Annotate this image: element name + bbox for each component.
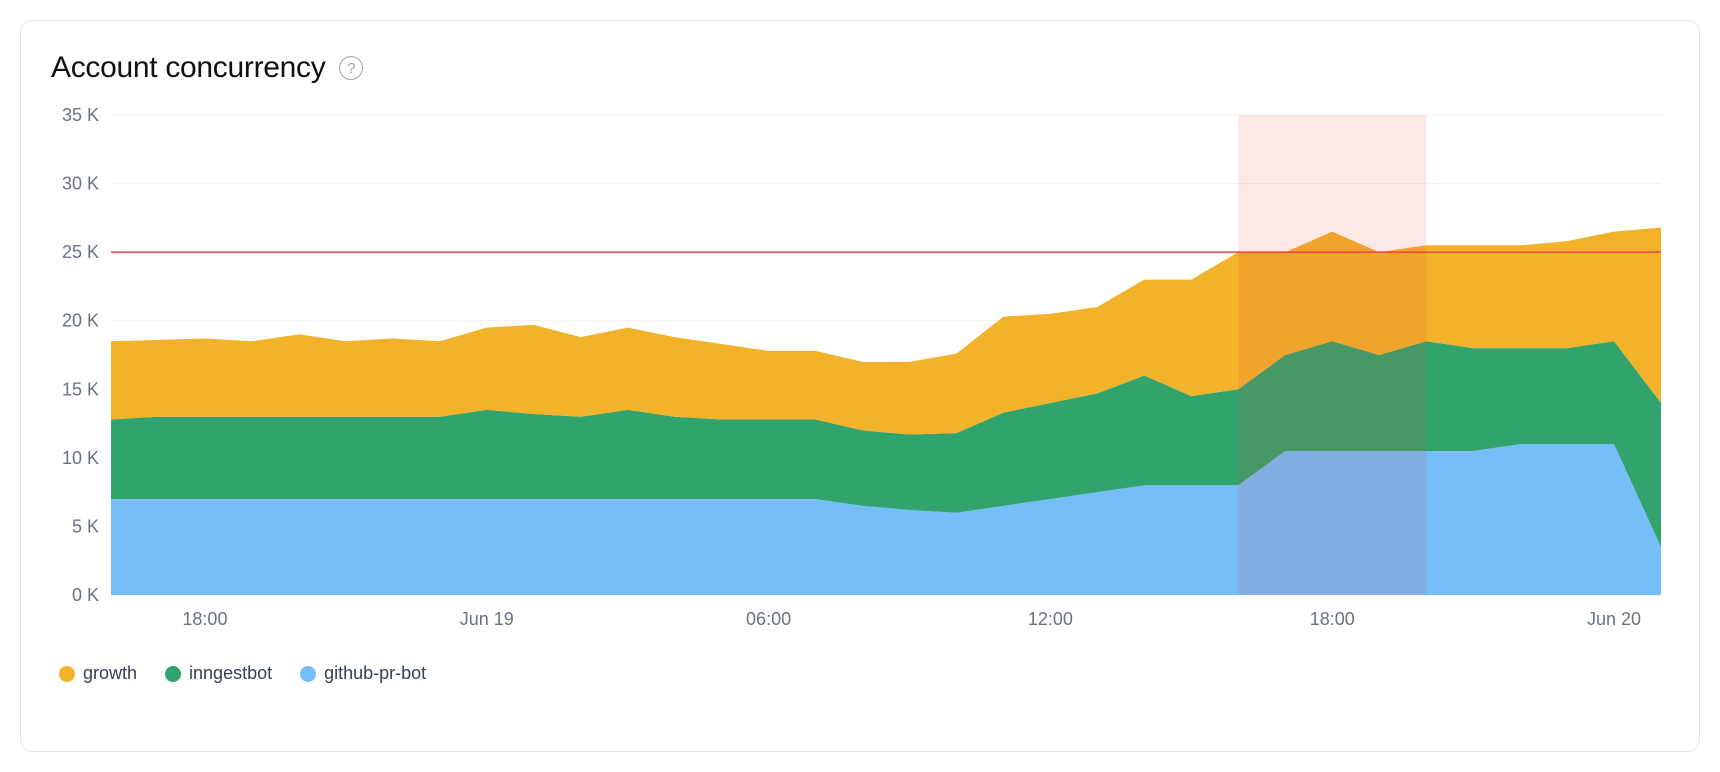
swatch-inngestbot [165, 666, 181, 682]
chart-card: Account concurrency ? 0 K 5 K 10 K 15 K 20 K… [20, 20, 1700, 752]
chart-title: Account concurrency [51, 51, 325, 85]
svg-text:35 K: 35 K [62, 105, 99, 125]
legend: growth inngestbot github-pr-bot [51, 663, 1669, 684]
svg-text:20 K: 20 K [62, 311, 99, 331]
legend-item-growth[interactable]: growth [59, 663, 137, 684]
svg-text:18:00: 18:00 [1310, 609, 1355, 629]
legend-label: inngestbot [189, 663, 272, 684]
svg-text:06:00: 06:00 [746, 609, 791, 629]
legend-item-github-pr-bot[interactable]: github-pr-bot [300, 663, 426, 684]
svg-text:15 K: 15 K [62, 379, 99, 399]
svg-text:Jun 20: Jun 20 [1587, 609, 1641, 629]
swatch-github-pr-bot [300, 666, 316, 682]
svg-text:12:00: 12:00 [1028, 609, 1073, 629]
svg-text:0 K: 0 K [72, 585, 99, 605]
svg-text:25 K: 25 K [62, 242, 99, 262]
swatch-growth [59, 666, 75, 682]
svg-text:18:00: 18:00 [182, 609, 227, 629]
svg-text:Jun 19: Jun 19 [460, 609, 514, 629]
legend-label: github-pr-bot [324, 663, 426, 684]
svg-text:30 K: 30 K [62, 174, 99, 194]
legend-item-inngestbot[interactable]: inngestbot [165, 663, 272, 684]
svg-text:10 K: 10 K [62, 448, 99, 468]
svg-text:5 K: 5 K [72, 516, 99, 536]
chart-area: 0 K 5 K 10 K 15 K 20 K 25 K 30 K 35 K 18:00 Jun 1… [51, 105, 1669, 645]
area-chart-svg: 0 K 5 K 10 K 15 K 20 K 25 K 30 K 35 K 18:00 Jun 1… [51, 105, 1671, 645]
help-icon[interactable]: ? [339, 56, 363, 80]
legend-label: growth [83, 663, 137, 684]
chart-header: Account concurrency ? [51, 51, 1669, 85]
